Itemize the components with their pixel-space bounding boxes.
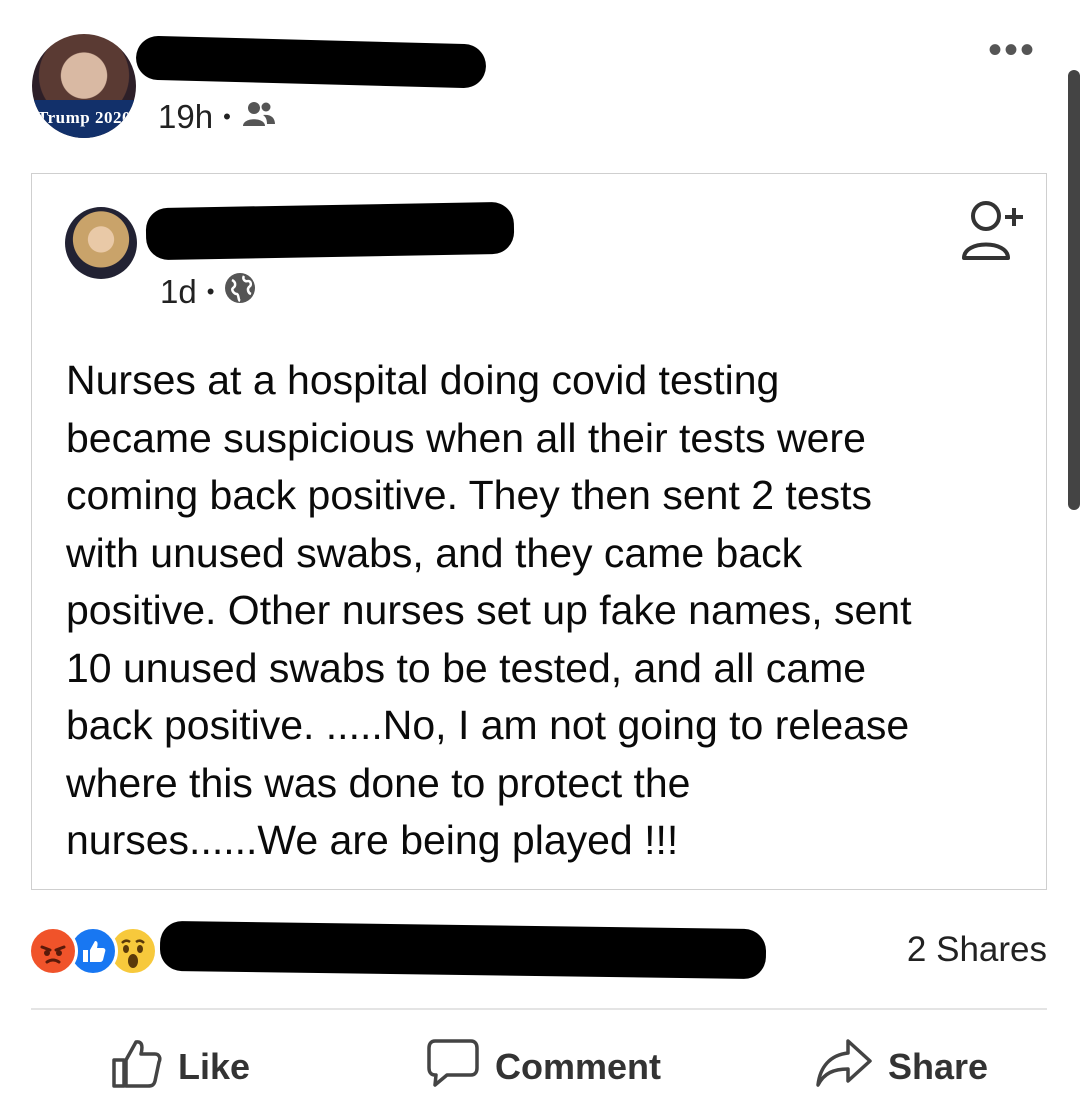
avatar-badge-text: Trump 2020 — [37, 108, 131, 127]
redacted-poster-name — [135, 35, 487, 89]
meta-separator: • — [223, 104, 231, 129]
comment-label: Comment — [495, 1046, 662, 1087]
like-label: Like — [178, 1046, 251, 1087]
friends-icon — [241, 98, 277, 136]
reactions-summary[interactable] — [28, 926, 158, 976]
shared-post-text: Nurses at a hospital doing covid testing… — [66, 357, 912, 863]
shared-poster-avatar[interactable] — [65, 207, 137, 279]
share-button[interactable]: Share — [814, 1036, 988, 1098]
share-arrow-icon — [814, 1037, 874, 1098]
comment-button[interactable]: Comment — [425, 1036, 661, 1098]
thumbs-up-icon — [110, 1036, 164, 1099]
post-timestamp[interactable]: 19h — [158, 98, 213, 136]
shared-post-meta: 1d • — [160, 272, 256, 312]
add-friend-icon[interactable] — [956, 196, 1028, 271]
action-divider — [31, 1008, 1047, 1010]
angry-reaction-icon — [28, 926, 78, 976]
globe-icon — [224, 272, 256, 312]
like-button[interactable]: Like — [110, 1036, 250, 1098]
shares-count[interactable]: 2 Shares — [907, 930, 1047, 970]
shared-post-timestamp[interactable]: 1d — [160, 273, 197, 311]
redacted-reactors-names — [159, 920, 767, 980]
share-label: Share — [888, 1046, 989, 1087]
post-meta: 19h • — [158, 98, 277, 136]
redacted-shared-poster-name — [145, 201, 515, 261]
poster-avatar[interactable]: Trump 2020 — [32, 34, 136, 138]
comment-bubble-icon — [425, 1037, 481, 1098]
more-options-icon[interactable]: ••• — [988, 30, 1036, 70]
scrollbar[interactable] — [1068, 70, 1080, 510]
meta-separator: • — [206, 279, 215, 304]
